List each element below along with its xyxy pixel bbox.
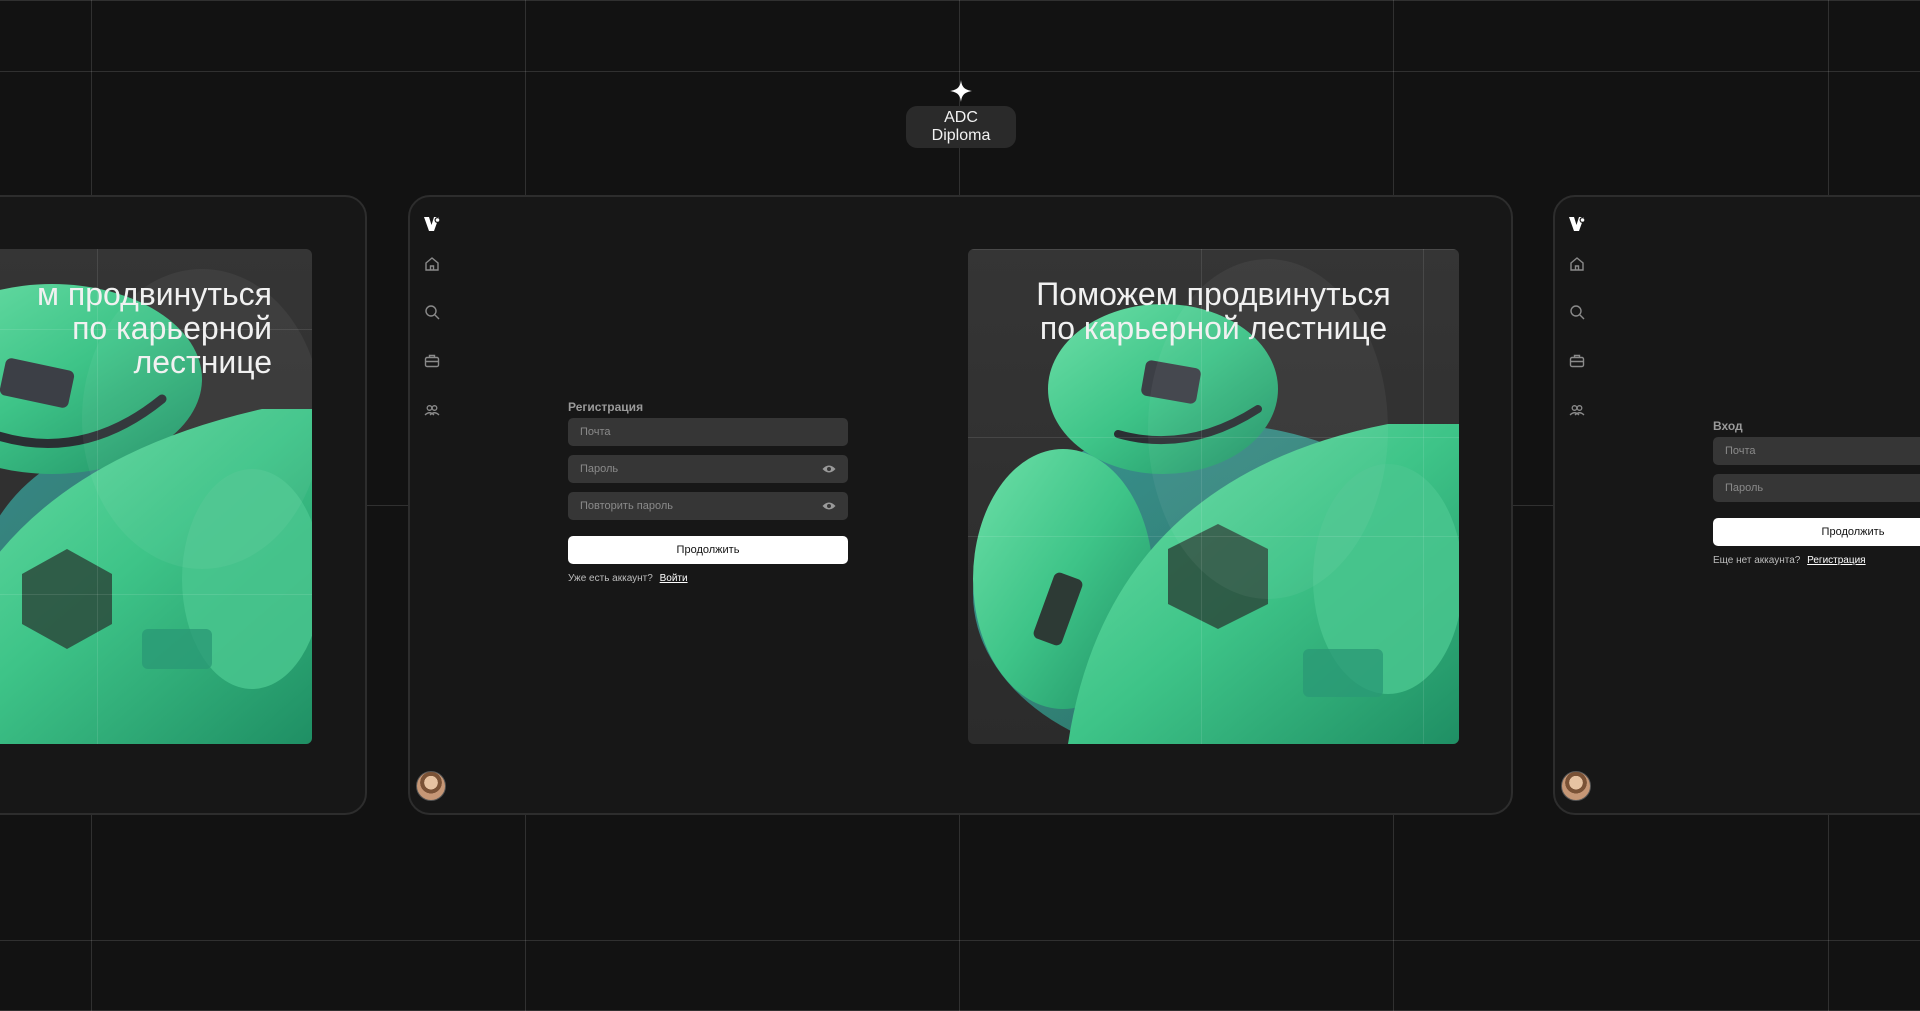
badge-label: ADC Diploma (906, 106, 1016, 148)
logo-icon[interactable] (422, 214, 442, 234)
search-icon[interactable] (423, 303, 441, 321)
repeat-password-field[interactable]: Повторить пароль (568, 492, 848, 520)
briefcase-icon[interactable] (1568, 352, 1586, 370)
people-icon[interactable] (1568, 401, 1586, 419)
have-account-text: Уже есть аккаунт? (568, 573, 653, 584)
promo-card: м продвинуться по карьерной лестнице (0, 249, 312, 744)
continue-button[interactable]: Продолжить (1713, 518, 1920, 546)
promo-heading: м продвинуться по карьерной лестнице (37, 276, 272, 380)
eye-icon[interactable] (822, 501, 836, 511)
promo-card: Поможем продвинуться по карьерной лестни… (968, 249, 1459, 744)
grid-line (0, 594, 312, 595)
briefcase-icon[interactable] (423, 352, 441, 370)
register-link[interactable]: Регистрация (1807, 555, 1865, 566)
form-title: Регистрация (568, 400, 644, 414)
login-prompt: Уже есть аккаунт? Войти (568, 573, 848, 584)
eye-icon[interactable] (822, 464, 836, 474)
register-prompt: Еще нет аккаунта? Регистрация (1713, 555, 1920, 566)
form-title: Вход (1713, 419, 1743, 433)
no-account-text: Еще нет аккаунта? (1713, 555, 1801, 566)
diploma-badge: ADC Diploma (906, 80, 1016, 148)
people-icon[interactable] (423, 401, 441, 419)
password-field[interactable]: Пароль (1713, 474, 1920, 502)
password-field[interactable]: Пароль (568, 455, 848, 483)
avatar[interactable] (1561, 771, 1591, 801)
grid-line (968, 249, 1459, 250)
sidebar (410, 197, 466, 813)
promo-heading: Поможем продвинуться по карьерной лестни… (1036, 276, 1391, 346)
grid-line (968, 536, 1459, 537)
email-field[interactable]: Почта (1713, 437, 1920, 465)
sidebar (1555, 197, 1611, 813)
grid-line (0, 0, 1920, 1)
grid-line (0, 940, 1920, 941)
avatar[interactable] (416, 771, 446, 801)
email-placeholder: Почта (580, 426, 611, 438)
login-screen: Вход Почта Пароль Продолжить Еще нет акк… (1553, 195, 1920, 815)
login-link[interactable]: Войти (660, 573, 688, 584)
login-screen-preview-left: м продвинуться по карьерной лестнице (0, 195, 367, 815)
continue-button[interactable]: Продолжить (568, 536, 848, 564)
grid-line (0, 71, 1920, 72)
password-placeholder: Пароль (1725, 482, 1764, 494)
login-form: Вход Почта Пароль Продолжить Еще нет акк… (1713, 419, 1920, 566)
home-icon[interactable] (423, 255, 441, 273)
grid-line (968, 437, 1459, 438)
registration-screen: Регистрация Почта Пароль Повторить парол… (408, 195, 1513, 815)
password-placeholder: Пароль (580, 463, 619, 475)
email-placeholder: Почта (1725, 445, 1756, 457)
logo-icon[interactable] (1567, 214, 1587, 234)
search-icon[interactable] (1568, 303, 1586, 321)
registration-form: Регистрация Почта Пароль Повторить парол… (568, 400, 848, 584)
repeat-password-placeholder: Повторить пароль (580, 500, 673, 512)
sparkle-icon (950, 80, 972, 102)
email-field[interactable]: Почта (568, 418, 848, 446)
home-icon[interactable] (1568, 255, 1586, 273)
